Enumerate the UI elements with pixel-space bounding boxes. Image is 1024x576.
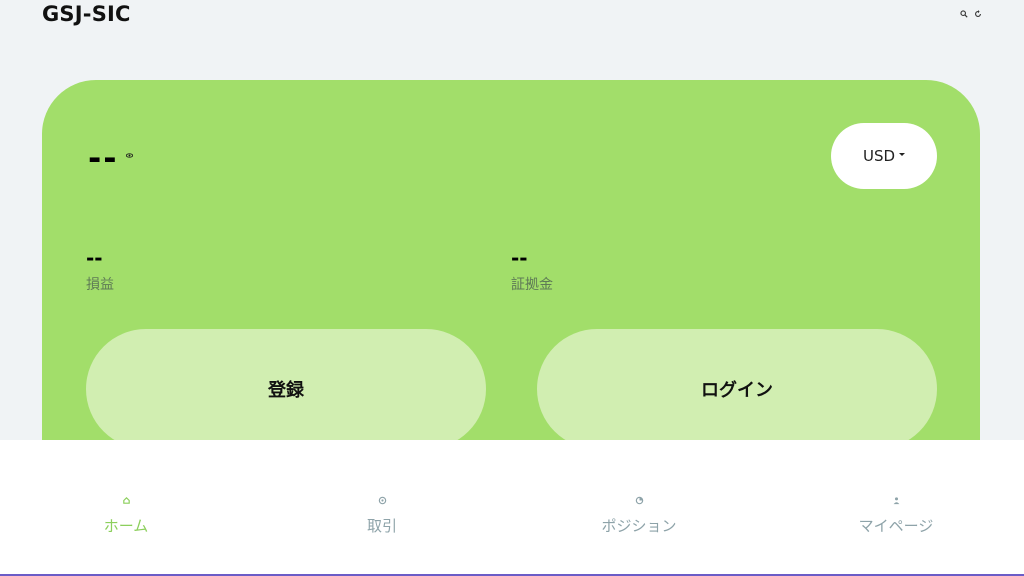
margin-label: 証拠金 bbox=[511, 277, 553, 293]
nav-item-label: 取引 bbox=[366, 517, 397, 535]
profit-loss-value: -- bbox=[86, 246, 103, 270]
position-icon bbox=[635, 496, 643, 505]
trade-icon bbox=[378, 496, 386, 505]
top-right-icons bbox=[960, 10, 982, 18]
chevron-down-icon bbox=[899, 152, 906, 156]
nav-item-home[interactable]: ホーム bbox=[46, 496, 206, 536]
nav-item-trade[interactable]: 取引 bbox=[302, 496, 462, 536]
nav-item-position[interactable]: ポジション bbox=[559, 496, 719, 536]
nav-item-label: ポジション bbox=[601, 517, 677, 535]
profit-loss-metric: -- 損益 bbox=[86, 248, 114, 294]
app-root: GSJ-SIC -- USD -- 損益 -- 証拠金 登録 ログイン ホーム … bbox=[0, 0, 1024, 576]
profit-loss-label: 損益 bbox=[86, 277, 114, 293]
nav-item-label: ホーム bbox=[103, 517, 149, 535]
margin-metric: -- 証拠金 bbox=[511, 248, 553, 294]
currency-label: USD bbox=[862, 147, 896, 165]
margin-value: -- bbox=[511, 246, 528, 270]
refresh-icon[interactable] bbox=[974, 10, 982, 18]
login-button[interactable]: ログイン bbox=[537, 329, 937, 449]
nav-item-label: マイページ bbox=[858, 517, 934, 535]
bottom-nav: ホーム 取引 ポジション マイページ bbox=[0, 440, 1024, 576]
search-icon[interactable] bbox=[960, 10, 968, 18]
nav-item-mypage[interactable]: マイページ bbox=[816, 496, 976, 536]
home-icon bbox=[122, 496, 130, 504]
balance-value: -- bbox=[88, 139, 119, 177]
account-card: -- USD -- 損益 -- 証拠金 登録 ログイン bbox=[42, 80, 980, 500]
register-button[interactable]: 登録 bbox=[86, 329, 486, 449]
user-icon bbox=[893, 497, 899, 505]
brand-title: GSJ-SIC bbox=[42, 2, 131, 26]
currency-selector[interactable]: USD bbox=[831, 123, 937, 189]
eye-icon[interactable] bbox=[126, 152, 133, 159]
